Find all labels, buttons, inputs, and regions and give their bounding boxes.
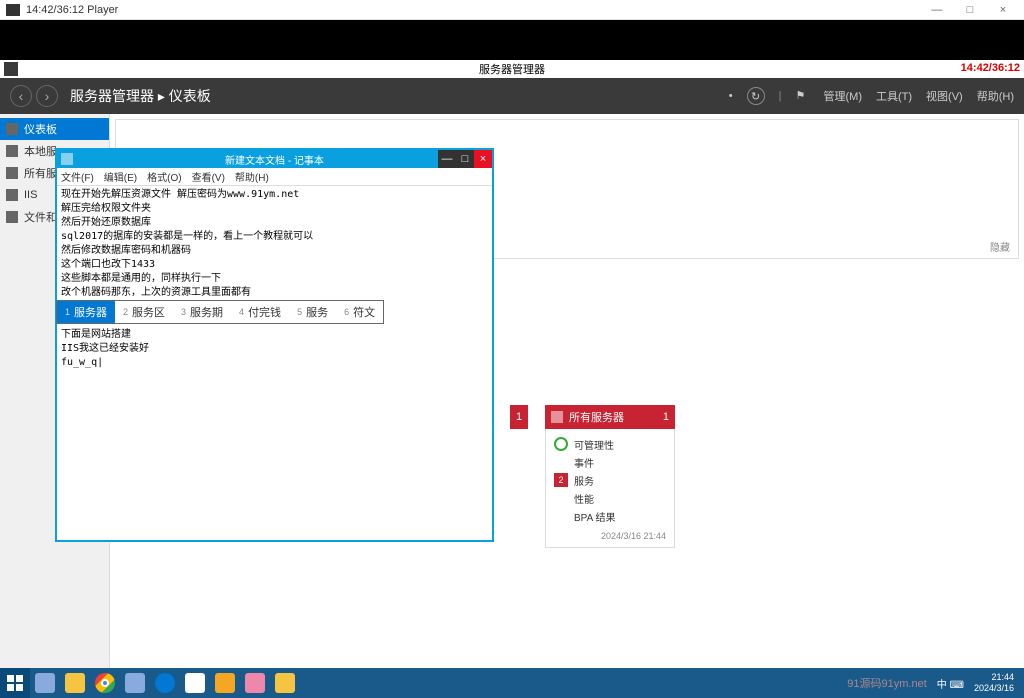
taskbar-explorer[interactable] — [60, 668, 90, 698]
server-manager-icon — [4, 62, 18, 76]
iis-icon — [6, 189, 18, 201]
server-manager-titlebar: 服务器管理器 14:42/36:12 — [0, 60, 1024, 78]
server-manager-title: 服务器管理器 — [479, 61, 545, 77]
sidebar-item-dashboard[interactable]: 仪表板 — [0, 118, 109, 140]
card-row-perf[interactable]: 性能 — [554, 489, 666, 507]
taskbar-clock[interactable]: 21:44 2024/3/16 — [974, 672, 1014, 694]
card-row-manageability[interactable]: 可管理性 — [554, 435, 666, 453]
notepad-close-button[interactable]: × — [474, 150, 492, 168]
start-button[interactable] — [0, 668, 30, 698]
breadcrumb: 服务器管理器 ▸ 仪表板 — [70, 86, 211, 106]
taskbar-app6[interactable] — [150, 668, 180, 698]
player-close-button[interactable]: × — [988, 4, 1018, 16]
hide-link[interactable]: 隐藏 — [990, 239, 1010, 254]
server-icon — [6, 145, 18, 157]
player-titlebar: 14:42/36:12 Player — □ × — [0, 0, 1024, 20]
servers-icon — [551, 411, 563, 423]
player-maximize-button[interactable]: □ — [955, 4, 985, 16]
notepad-title: 新建文本文档 - 记事本 — [225, 152, 324, 167]
card-row-events[interactable]: 事件 — [554, 453, 666, 471]
card-all-servers[interactable]: 所有服务器 1 可管理性 事件 2服务 性能 BPA 结果 2024/3/16 … — [545, 405, 675, 548]
card-header: 所有服务器 1 — [545, 405, 675, 429]
notepad-textarea[interactable]: 现在开始先解压资源文件 解压密码为www.91ym.net 解压完给权限文件夹 … — [57, 186, 492, 540]
menu-tools[interactable]: 工具(T) — [876, 88, 912, 104]
watermark: 91源码91ym.net — [847, 675, 926, 691]
taskbar-app5[interactable] — [120, 668, 150, 698]
card-count: 1 — [663, 411, 669, 423]
card-row-services[interactable]: 2服务 — [554, 471, 666, 489]
card-row-bpa[interactable]: BPA 结果 — [554, 507, 666, 525]
flag-icon[interactable]: ⚑ — [796, 89, 810, 103]
notepad-titlebar[interactable]: 新建文本文档 - 记事本 — □ × — [57, 150, 492, 168]
taskbar-chrome[interactable] — [90, 668, 120, 698]
overlay-timestamp: 14:42/36:12 — [961, 62, 1020, 74]
player-minimize-button[interactable]: — — [922, 4, 952, 16]
ime-indicator[interactable]: 中 ⌨ — [937, 676, 964, 691]
notepad-icon — [61, 153, 73, 165]
menu-manage[interactable]: 管理(M) — [824, 88, 863, 104]
ime-candidate-2[interactable]: 2服务区 — [115, 301, 173, 323]
server-manager-header: ‹ › 服务器管理器 ▸ 仪表板 • ↻ | ⚑ 管理(M) 工具(T) 视图(… — [0, 78, 1024, 114]
notepad-menu: 文件(F) 编辑(E) 格式(O) 查看(V) 帮助(H) — [57, 168, 492, 186]
taskbar-app8[interactable] — [210, 668, 240, 698]
menu-help[interactable]: 帮助(H) — [235, 169, 269, 184]
ime-candidate-6[interactable]: 6符文 — [336, 301, 383, 323]
taskbar: 91源码91ym.net 中 ⌨ 21:44 2024/3/16 — [0, 668, 1024, 698]
nav-forward-button[interactable]: › — [36, 85, 58, 107]
ime-candidate-4[interactable]: 4付完钱 — [231, 301, 289, 323]
notepad-maximize-button[interactable]: □ — [456, 150, 474, 168]
taskbar-app9[interactable] — [240, 668, 270, 698]
card-timestamp: 2024/3/16 21:44 — [554, 525, 666, 541]
taskbar-app7[interactable] — [180, 668, 210, 698]
file-icon — [6, 211, 18, 223]
menu-help[interactable]: 帮助(H) — [977, 88, 1014, 104]
ime-candidate-3[interactable]: 3服务期 — [173, 301, 231, 323]
menu-edit[interactable]: 编辑(E) — [104, 169, 137, 184]
notepad-minimize-button[interactable]: — — [438, 150, 456, 168]
ime-candidate-1[interactable]: 1服务器 — [57, 301, 115, 323]
servers-icon — [6, 167, 18, 179]
menu-view[interactable]: 视图(V) — [926, 88, 963, 104]
notepad-window[interactable]: 新建文本文档 - 记事本 — □ × 文件(F) 编辑(E) 格式(O) 查看(… — [57, 150, 492, 540]
taskbar-app10[interactable] — [270, 668, 300, 698]
menu-file[interactable]: 文件(F) — [61, 169, 94, 184]
refresh-icon[interactable]: ↻ — [747, 87, 765, 105]
dashboard-icon — [6, 123, 18, 135]
card-title: 所有服务器 — [569, 409, 624, 425]
menu-format[interactable]: 格式(O) — [147, 169, 181, 184]
ime-candidate-bar[interactable]: 1服务器 2服务区 3服务期 4付完钱 5服务 6符文 — [56, 300, 384, 324]
camera-icon — [6, 4, 20, 16]
taskbar-server-manager[interactable] — [30, 668, 60, 698]
ime-candidate-5[interactable]: 5服务 — [289, 301, 336, 323]
nav-back-button[interactable]: ‹ — [10, 85, 32, 107]
player-title: 14:42/36:12 Player — [26, 4, 118, 16]
menu-view[interactable]: 查看(V) — [192, 169, 225, 184]
